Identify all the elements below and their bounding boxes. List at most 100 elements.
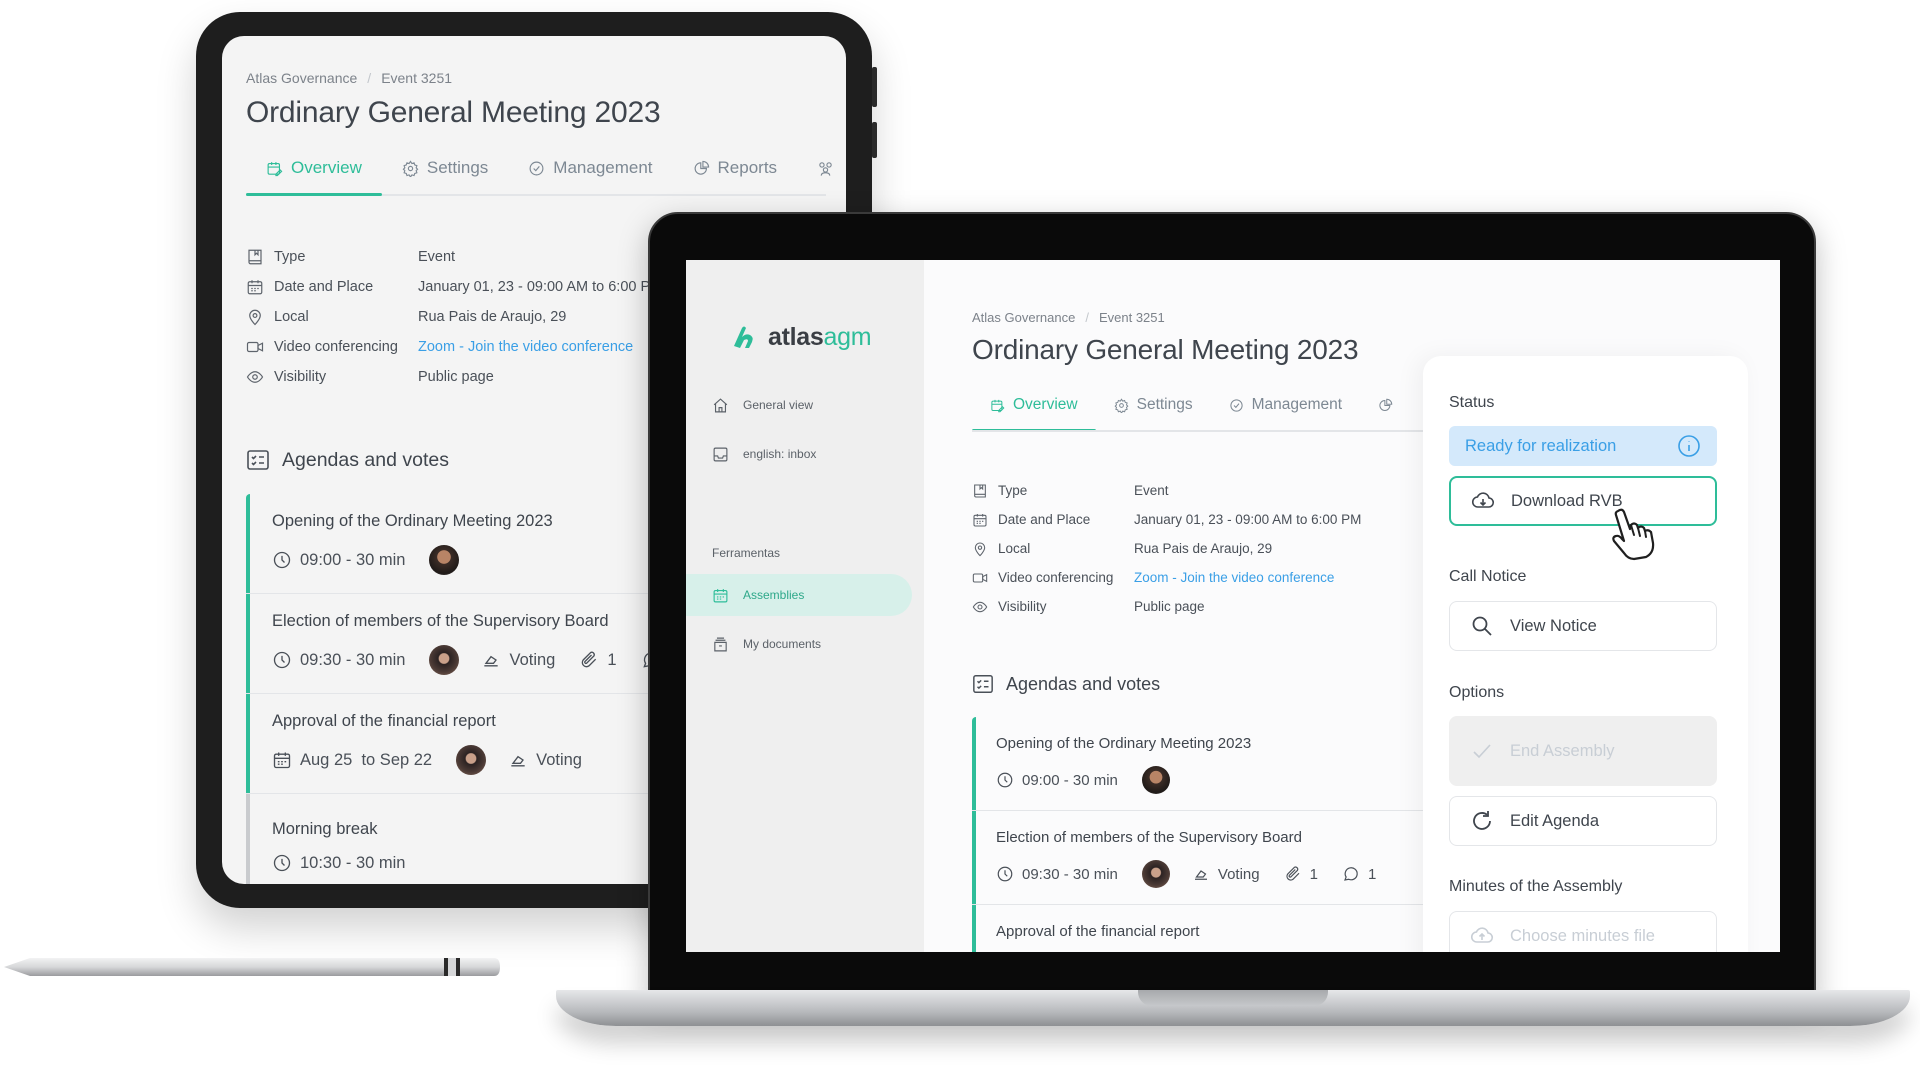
agenda-attachments: 1 [1284,865,1318,883]
tab-bar: Overview Settings Management [972,396,1432,432]
agenda-time-text: 09:30 - 30 min [1022,865,1118,883]
agenda-heading-text: Agendas and votes [282,448,449,471]
users-icon [819,161,832,176]
info-value: January 01, 23 - 09:00 AM to 6:00 PM [1134,512,1362,527]
home-icon [713,397,728,412]
page-title: Ordinary General Meeting 2023 [972,334,1359,365]
logo[interactable]: atlas agm [730,322,872,352]
sidebar-item-assemblies[interactable]: Assemblies [686,574,912,616]
breadcrumb-item[interactable]: Event 3251 [1099,310,1165,325]
actions-panel: Status Ready for realization Download RV… [1423,356,1748,952]
comment-icon [1344,867,1358,881]
calendar-icon [273,752,291,769]
clock-icon [273,854,291,872]
check-circle-icon [529,161,544,175]
breadcrumb-item[interactable]: Event 3251 [381,70,452,86]
agenda-item[interactable]: Opening of the Ordinary Meeting 2023 09:… [972,717,1472,811]
agenda-time-text: 09:30 - 30 min [300,650,406,669]
agenda-time-text: 10:30 - 30 min [300,853,406,872]
tab-settings[interactable]: Settings [1096,396,1211,430]
calendar-edit-icon [991,399,1005,412]
tab-participants[interactable] [797,158,846,194]
tab-management[interactable]: Management [508,158,672,194]
logo-text-bold: atlas [768,322,824,351]
ballot-icon [511,755,525,767]
info-value: Rua Pais de Araujo, 29 [418,309,567,325]
tab-label: Settings [1136,396,1193,413]
tab-reports[interactable] [1360,396,1411,430]
agenda-title: Election of members of the Supervisory B… [996,829,1302,846]
info-label: Video conferencing [274,339,398,355]
page-title: Ordinary General Meeting 2023 [246,96,661,129]
tab-overview[interactable]: Overview [972,396,1096,430]
info-value: Event [1134,483,1169,498]
info-row-type: Type Event [972,476,1442,505]
tab-settings[interactable]: Settings [382,158,508,194]
agenda-title: Opening of the Ordinary Meeting 2023 [996,735,1252,752]
attachment-count: 1 [1309,865,1318,883]
breadcrumb-separator: / [367,70,372,86]
minutes-label: Minutes of the Assembly [1449,878,1623,895]
calendar-icon [973,513,987,527]
atlas-logo-icon [734,326,753,348]
comment-count: 1 [1367,865,1377,883]
info-label: Date and Place [274,279,374,295]
button-label: Choose minutes file [1510,926,1655,945]
sidebar-item-label: My documents [743,637,822,651]
agenda-voting: Voting [481,650,555,670]
main-content: Atlas Governance / Event 3251 Ordinary G… [972,310,1472,952]
video-conference-link[interactable]: Zoom - Join the video conference [418,339,633,355]
sidebar-item-label: General view [743,398,814,412]
sidebar-item-inbox[interactable]: english: inbox [686,433,912,475]
avatar [1141,766,1170,794]
tab-bar: Overview Settings Management Reports [246,158,832,196]
attachment-count: 1 [607,650,617,669]
end-assembly-button[interactable]: End Assembly [1449,716,1717,786]
ballot-icon [1194,870,1207,880]
info-value: Public page [418,369,494,385]
sidebar-item-label: english: inbox [743,447,817,461]
tab-label: Management [1251,396,1343,413]
status-label: Status [1449,394,1495,411]
avatar [1141,860,1170,888]
button-label: View Notice [1510,616,1597,635]
laptop-notch [1138,990,1328,1006]
info-icon[interactable] [1677,434,1701,458]
tab-management[interactable]: Management [1211,396,1360,430]
avatar [429,545,460,575]
tab-label: Overview [291,158,362,177]
avatar [429,645,460,675]
agenda-voting-text: Voting [536,750,582,769]
button-label: End Assembly [1510,741,1615,760]
edit-agenda-button[interactable]: Edit Agenda [1449,796,1717,846]
agenda-attachments: 1 [579,650,617,670]
avatar [456,745,487,775]
event-info: Type Event Date and Place January 01, 23… [972,476,1442,621]
agenda-time: 09:00 - 30 min [272,550,405,570]
tab-overview[interactable]: Overview [246,158,382,196]
info-value: Public page [1134,599,1205,614]
agenda-item[interactable]: Election of members of the Supervisory B… [972,811,1472,905]
breadcrumb-item[interactable]: Atlas Governance [246,70,357,86]
inbox-icon [713,447,728,461]
status-badge: Ready for realization [1449,426,1717,466]
agenda-meta: 09:00 - 30 min [996,766,1472,794]
info-value: January 01, 23 - 09:00 AM to 6:00 PM [418,279,663,295]
info-label: Video conferencing [998,570,1114,585]
agenda-time: 09:00 - 30 min [996,771,1118,789]
agenda-item[interactable]: Approval of the financial report [972,905,1472,952]
sidebar-item-general-view[interactable]: General view [686,384,912,426]
download-rvb-button[interactable]: Download RVB [1449,476,1717,526]
info-label: Type [274,249,306,265]
video-conference-link[interactable]: Zoom - Join the video conference [1134,570,1334,585]
choose-minutes-file-button[interactable]: Choose minutes file [1449,911,1717,952]
tablet-button [872,67,877,107]
sidebar-item-my-documents[interactable]: My documents [686,623,912,665]
view-notice-button[interactable]: View Notice [1449,601,1717,651]
breadcrumb-item[interactable]: Atlas Governance [972,310,1075,325]
hand-pointer-cursor-icon [1612,508,1655,561]
agenda-voting-text: Voting [509,650,556,669]
eye-icon [972,601,988,612]
tab-reports[interactable]: Reports [673,158,798,194]
stylus-pencil [4,958,500,976]
